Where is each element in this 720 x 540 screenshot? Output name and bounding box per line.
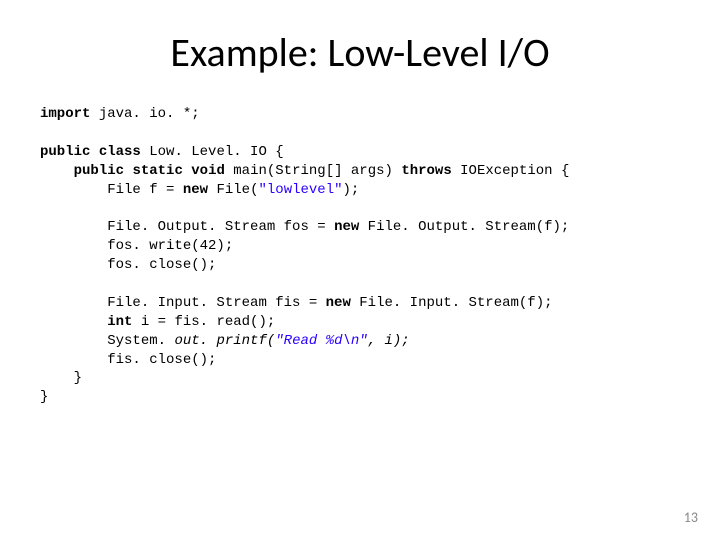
t: System. (107, 333, 174, 349)
t (183, 163, 191, 179)
t (40, 295, 107, 311)
kw-static: static (132, 163, 182, 179)
t (40, 182, 107, 198)
t (40, 333, 107, 349)
t: Low. Level. IO { (141, 144, 284, 160)
t: File( (208, 182, 258, 198)
t: fis. close(); (40, 352, 216, 368)
kw-class: class (99, 144, 141, 160)
t: main(String[] args) (225, 163, 401, 179)
slide-title: Example: Low-Level I/O (40, 28, 680, 77)
t: fos. close(); (40, 257, 216, 273)
t: File. Output. Stream(f); (359, 219, 569, 235)
string-literal: "lowlevel" (258, 182, 342, 198)
kw-public: public (74, 163, 124, 179)
kw-int: int (107, 314, 132, 330)
t (40, 219, 107, 235)
t: ); (343, 182, 360, 198)
italic: , i); (368, 333, 410, 349)
t (40, 163, 74, 179)
t: IOException { (452, 163, 570, 179)
t: java. io. *; (90, 106, 199, 122)
page-number: 13 (684, 509, 698, 526)
t: fos. write(42); (40, 238, 233, 254)
code-block: import java. io. *; public class Low. Le… (40, 105, 680, 407)
kw-throws: throws (401, 163, 451, 179)
t: File. Output. Stream fos = (107, 219, 334, 235)
kw-new: new (334, 219, 359, 235)
italic: out. printf( (174, 333, 275, 349)
t: i = fis. read(); (132, 314, 275, 330)
t (40, 314, 107, 330)
kw-new: new (326, 295, 351, 311)
t: } (40, 370, 82, 386)
t: } (40, 389, 48, 405)
slide: Example: Low-Level I/O import java. io. … (0, 0, 720, 540)
t: File f = (107, 182, 183, 198)
kw-void: void (191, 163, 225, 179)
t: File. Input. Stream fis = (107, 295, 325, 311)
kw-import: import (40, 106, 90, 122)
t: File. Input. Stream(f); (351, 295, 553, 311)
kw-public: public (40, 144, 90, 160)
kw-new: new (183, 182, 208, 198)
t (90, 144, 98, 160)
string-literal: "Read %d\n" (275, 333, 367, 349)
